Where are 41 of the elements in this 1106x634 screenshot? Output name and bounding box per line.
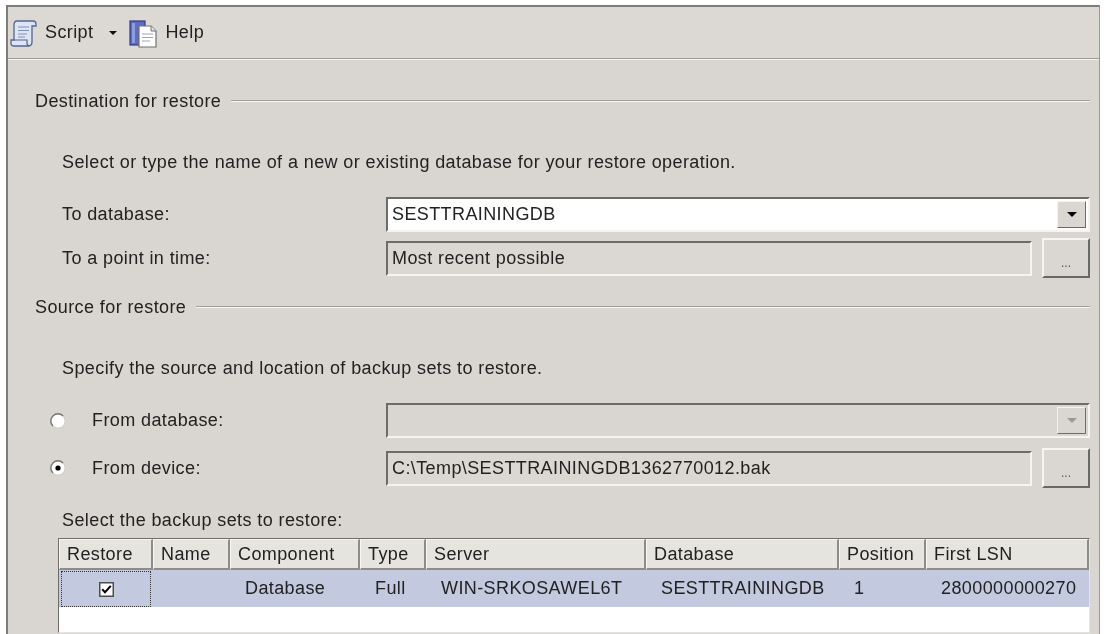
column-header: Component <box>230 539 360 570</box>
table-cell-text: 1 <box>853 577 866 600</box>
dropdown-button[interactable] <box>1057 201 1086 228</box>
table-cell-text: 2800000000270 <box>940 577 1078 600</box>
radio-label: From database: <box>92 410 225 431</box>
table-cell-text: WIN-SRKOSAWEL6T <box>440 577 624 600</box>
combo-box[interactable] <box>386 403 1090 438</box>
table-row[interactable]: Database Full WIN-SRKOSAWEL6T SESTTRAININGDB 1 2800000000270 <box>59 570 1089 607</box>
browse-button[interactable]: ... <box>1042 448 1090 488</box>
caret-icon <box>109 30 118 35</box>
column-header: Name <box>153 539 230 570</box>
toolbar-button[interactable]: Help <box>127 13 207 52</box>
scroll-icon <box>10 17 38 48</box>
column-header: Restore <box>59 539 153 570</box>
instruction-text: Select or type the name of a new or existing database for your restore operation. <box>62 151 737 173</box>
caret-icon <box>1066 212 1077 217</box>
table-cell-text: Full <box>374 577 407 600</box>
combo-box[interactable]: SESTTRAININGDB <box>386 197 1090 232</box>
toolbar-button[interactable]: Script <box>8 13 120 52</box>
column-header: Type <box>360 539 426 570</box>
field-label: Select the backup sets to restore: <box>62 509 344 531</box>
text-field[interactable]: Most recent possible <box>386 240 1032 276</box>
browse-button[interactable]: ... <box>1042 238 1090 278</box>
radio-button[interactable] <box>50 460 66 476</box>
checkbox[interactable] <box>98 581 114 597</box>
column-header: Database <box>646 539 839 570</box>
instruction-text: Specify the source and location of backup sets to restore. <box>62 357 544 379</box>
section-title: Source for restore <box>35 296 187 318</box>
field-label: To database: <box>62 204 171 225</box>
radio-label: From device: <box>92 457 202 479</box>
column-header: First LSN <box>926 539 1089 570</box>
column-header: Position <box>839 539 926 570</box>
table-cell-text: SESTTRAININGDB <box>660 577 826 600</box>
column-header: Server <box>426 539 646 570</box>
text-field[interactable]: C:\Temp\SESTTRAININGDB1362770012.bak <box>386 450 1032 486</box>
document-icon <box>129 17 159 48</box>
radio-button[interactable] <box>50 412 66 429</box>
section-title: Destination for restore <box>35 90 222 112</box>
caret-icon <box>1066 418 1077 423</box>
field-label: To a point in time: <box>62 247 212 269</box>
table-cell-text: Database <box>244 577 327 600</box>
